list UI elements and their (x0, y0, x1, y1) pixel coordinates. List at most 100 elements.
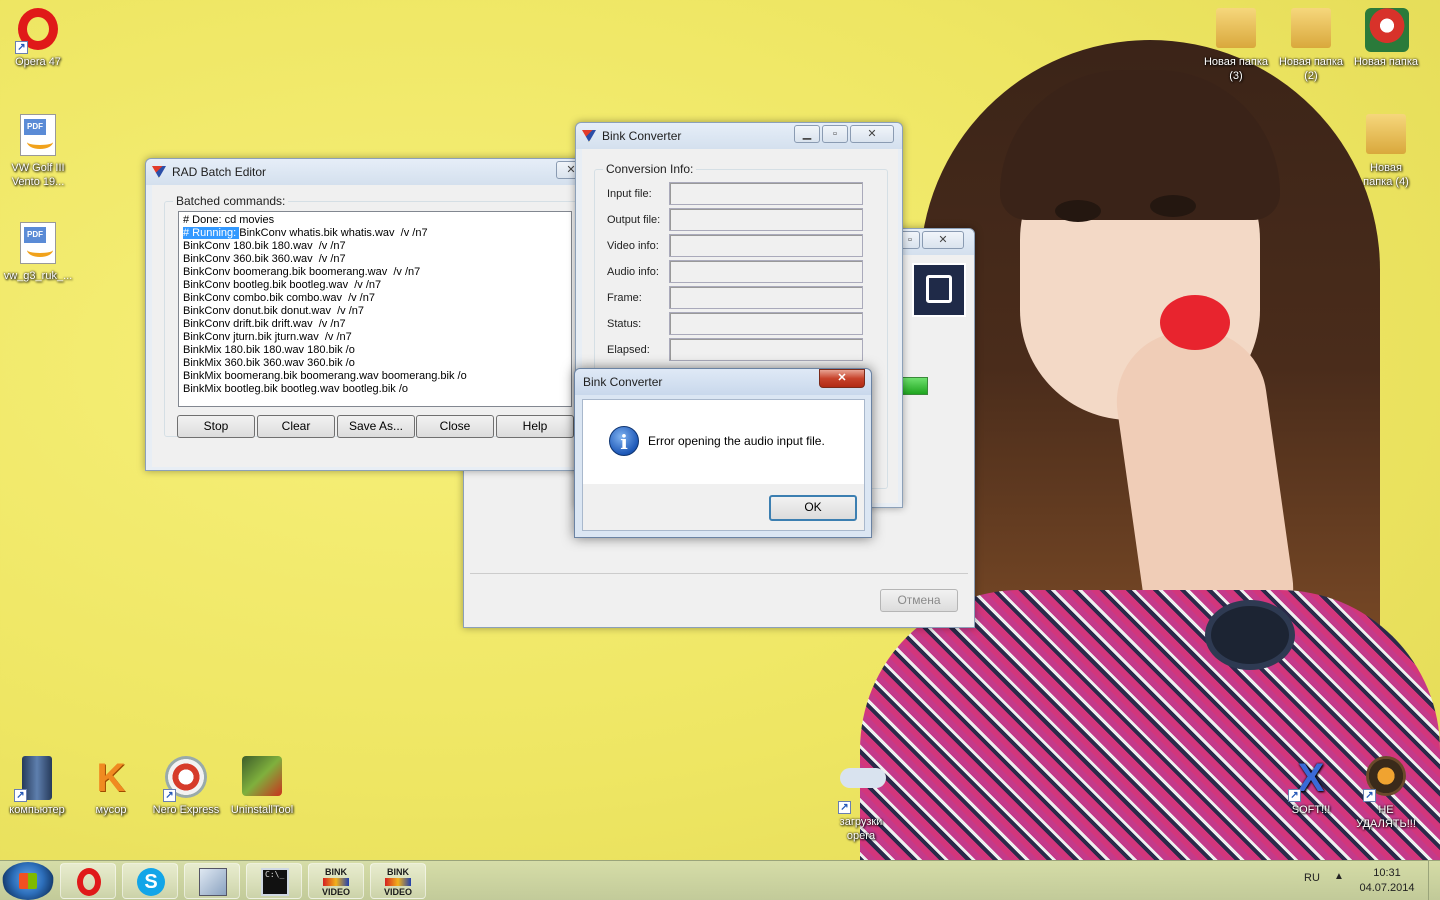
santa-folder-icon (1365, 8, 1409, 52)
command-text: BinkConv boomerang.bik boomerang.wav /v … (183, 266, 421, 278)
command-row[interactable]: BinkConv jturn.bik jturn.wav /v /n7 (181, 331, 571, 344)
desktop-icon-nero-express[interactable]: ↗ Nero Express (148, 756, 224, 817)
command-text: BinkMix bootleg.bik bootleg.wav bootleg.… (183, 383, 409, 395)
command-text: BinkMix boomerang.bik boomerang.wav boom… (183, 370, 467, 382)
rad-logo-icon (152, 166, 166, 178)
help-button[interactable]: Help (496, 415, 574, 438)
window-title: RAD Batch Editor (172, 165, 267, 179)
taskbar-bink-video-2[interactable]: BINK VIDEO (370, 863, 426, 899)
command-row[interactable]: BinkConv donut.bik donut.wav /v /n7 (181, 305, 571, 318)
clear-button[interactable]: Clear (257, 415, 335, 438)
elapsed-field (669, 338, 863, 361)
command-prompt-icon: C:\_ (261, 868, 289, 896)
skype-icon: S (137, 868, 165, 896)
command-text: BinkConv whatis.bik whatis.wav /v /n7 (239, 227, 428, 239)
pdf-icon: PDF (20, 222, 56, 264)
command-row[interactable]: BinkConv boomerang.bik boomerang.wav /v … (181, 266, 571, 279)
command-row[interactable]: BinkMix 180.bik 180.wav 180.bik /o (181, 344, 571, 357)
taskbar-bink-video-1[interactable]: BINK VIDEO (308, 863, 364, 899)
command-row[interactable]: # Done: cd movies (181, 214, 571, 227)
close-button[interactable]: ✕ (850, 125, 894, 143)
folder-icon (1366, 114, 1406, 154)
desktop-icon-pdf-vw-golf[interactable]: PDF VW Golf III Vento 19... (0, 114, 76, 189)
batched-commands-list[interactable]: # Done: cd movies # Running: BinkConv wha… (178, 211, 572, 407)
command-text: BinkConv combo.bik combo.wav /v /n7 (183, 292, 375, 304)
k-trash-icon: K (96, 756, 126, 800)
dialog-title: Bink Converter (583, 375, 663, 389)
command-row[interactable]: BinkMix boomerang.bik boomerang.wav boom… (181, 370, 571, 383)
save-as-button[interactable]: Save As... (337, 415, 415, 438)
command-text: BinkConv 360.bik 360.wav /v /n7 (183, 253, 346, 265)
taskbar-cmd[interactable]: C:\_ (246, 863, 302, 899)
bink-app-icon (912, 263, 966, 317)
taskbar-skype[interactable]: S (122, 863, 178, 899)
taskbar-opera[interactable] (60, 863, 116, 899)
running-status-label: # Running: (183, 227, 240, 239)
windows-logo-icon (19, 873, 37, 889)
taskbar-network-installer[interactable] (184, 863, 240, 899)
audio-info-field (669, 260, 863, 283)
command-row[interactable]: BinkConv 180.bik 180.wav /v /n7 (181, 240, 571, 253)
bink-video-icon: BINK VIDEO (383, 867, 412, 897)
frame-field (669, 286, 863, 309)
show-desktop-button[interactable] (1428, 861, 1440, 900)
network-installer-icon (199, 868, 227, 896)
desktop-icon-pdf-vw-g3[interactable]: PDF vw_g3_ruk_... (0, 222, 76, 283)
airplane-icon (840, 768, 886, 788)
start-button[interactable] (2, 862, 54, 900)
uninstall-tool-icon (242, 756, 282, 796)
window-title-bar[interactable]: RAD Batch Editor (146, 159, 584, 185)
maximize-button[interactable]: ▫ (900, 231, 920, 249)
language-indicator[interactable]: RU (1304, 872, 1320, 884)
show-hidden-icons-button[interactable]: ▲ (1334, 871, 1344, 882)
command-text: BinkConv drift.bik drift.wav /v /n7 (183, 318, 346, 330)
command-row[interactable]: BinkMix bootleg.bik bootleg.wav bootleg.… (181, 383, 571, 396)
command-row[interactable]: BinkMix 360.bik 360.wav 360.bik /o (181, 357, 571, 370)
minimize-button[interactable]: ▁ (794, 125, 820, 143)
close-button-footer[interactable]: Close (416, 415, 494, 438)
rad-logo-icon (582, 130, 596, 142)
pdf-icon: PDF (20, 114, 56, 156)
cancel-button[interactable]: Отмена (880, 589, 958, 612)
ok-button[interactable]: OK (769, 495, 857, 521)
opera-icon (77, 868, 101, 896)
video-info-field (669, 234, 863, 257)
command-text: BinkConv jturn.bik jturn.wav /v /n7 (183, 331, 352, 343)
command-text: # Done: cd movies (183, 214, 275, 226)
desktop-icon-trash[interactable]: K мусор (73, 756, 149, 817)
desktop-icon-opera-downloads[interactable]: ↗ загрузки opera (823, 756, 899, 843)
information-icon: i (609, 426, 639, 456)
desktop-icon-uninstall-tool[interactable]: UninstallTool (224, 756, 300, 817)
desktop-icon-folder-2[interactable]: Новая папка (2) (1273, 8, 1349, 83)
command-text: BinkConv 180.bik 180.wav /v /n7 (183, 240, 346, 252)
command-row[interactable]: BinkConv drift.bik drift.wav /v /n7 (181, 318, 571, 331)
desktop-icon-opera[interactable]: ↗ Opera 47 (0, 8, 76, 69)
command-text: BinkConv bootleg.bik bootleg.wav /v /n7 (183, 279, 382, 291)
bink-video-icon: BINK VIDEO (321, 867, 350, 897)
stop-button[interactable]: Stop (177, 415, 255, 438)
error-message: Error opening the audio input file. (648, 434, 825, 448)
close-button[interactable]: ✕ (922, 231, 964, 249)
clock[interactable]: 10:31 04.07.2014 (1352, 866, 1422, 896)
close-button[interactable]: ✕ (819, 369, 865, 388)
maximize-button[interactable]: ▫ (822, 125, 848, 143)
desktop-icon-folder[interactable]: Новая папка (1348, 8, 1424, 69)
command-text: BinkConv donut.bik donut.wav /v /n7 (183, 305, 364, 317)
command-text: BinkMix 360.bik 360.wav 360.bik /o (183, 357, 355, 369)
command-text: BinkMix 180.bik 180.wav 180.bik /o (183, 344, 355, 356)
desktop-icon-folder-4[interactable]: Новая папка (4) (1348, 114, 1424, 189)
folder-icon (1216, 8, 1256, 48)
command-row[interactable]: # Running: BinkConv whatis.bik whatis.wa… (181, 227, 571, 240)
desktop-icon-folder-3[interactable]: Новая папка (3) (1198, 8, 1274, 83)
input-file-field (669, 182, 863, 205)
command-row[interactable]: BinkConv bootleg.bik bootleg.wav /v /n7 (181, 279, 571, 292)
command-row[interactable]: BinkConv combo.bik combo.wav /v /n7 (181, 292, 571, 305)
folder-icon (1291, 8, 1331, 48)
command-row[interactable]: BinkConv 360.bik 360.wav /v /n7 (181, 253, 571, 266)
window-title: Bink Converter (602, 129, 682, 143)
desktop-icon-do-not-delete[interactable]: ↗ НЕ УДАЛЯТЬ!!! (1348, 756, 1424, 831)
error-dialog: Bink Converter ✕ i Error opening the aud… (574, 368, 872, 538)
desktop-icon-computer[interactable]: ↗ компьютер (0, 756, 75, 817)
desktop-icon-soft[interactable]: X ↗ SOFT!!! (1273, 756, 1349, 817)
status-field (669, 312, 863, 335)
